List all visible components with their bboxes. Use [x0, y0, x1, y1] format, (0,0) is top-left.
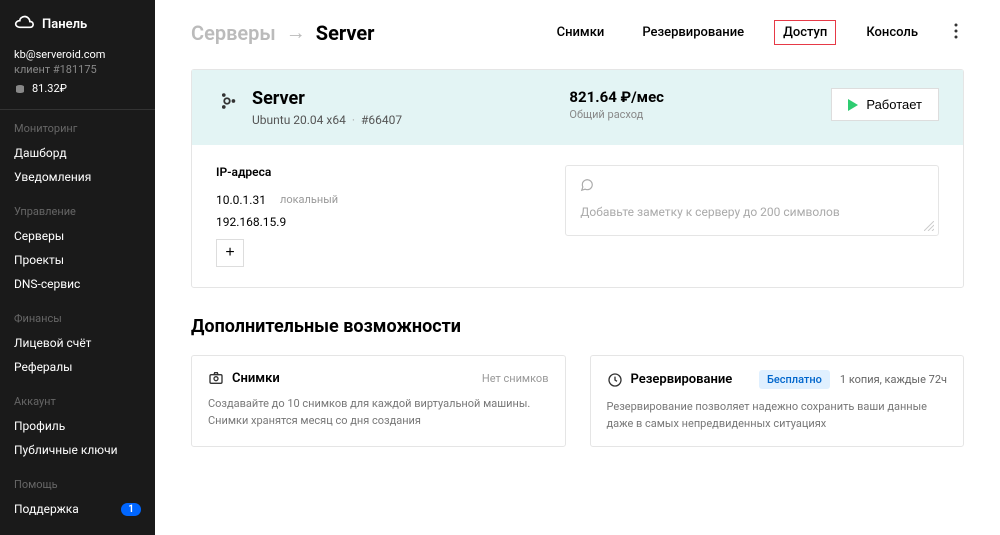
sidebar-item-dns[interactable]: DNS-сервис — [0, 272, 155, 296]
server-name: Server — [252, 88, 402, 109]
tab-snapshots[interactable]: Снимки — [549, 21, 613, 44]
server-price: 821.64 ₽/мес — [569, 88, 664, 106]
ip-row: 10.0.1.31 локальный — [216, 193, 541, 207]
server-status-button[interactable]: Работает — [831, 88, 939, 121]
sidebar-item-support[interactable]: Поддержка 1 — [0, 497, 155, 521]
sidebar-section-finance: Финансы Лицевой счёт Рефералы — [0, 300, 155, 383]
section-title: Мониторинг — [0, 122, 155, 141]
sidebar-item-servers[interactable]: Серверы — [0, 224, 155, 248]
account-email[interactable]: kb@serveroid.com — [14, 48, 141, 61]
ip-address[interactable]: 192.168.15.9 — [216, 215, 286, 229]
server-os: Ubuntu 20.04 x64 — [252, 113, 346, 127]
snapshots-status: Нет снимков — [482, 372, 549, 385]
features-row: Снимки Нет снимков Создавайте до 10 сним… — [191, 355, 964, 447]
camera-icon — [208, 370, 224, 386]
server-header: Server Ubuntu 20.04 x64·#66407 821.64 ₽/… — [192, 70, 963, 145]
ip-label: локальный — [280, 193, 338, 207]
feature-title: Снимки — [232, 371, 280, 386]
main-content: Серверы → Server Снимки Резервирование Д… — [155, 0, 1000, 535]
sidebar-section-monitoring: Мониторинг Дашборд Уведомления — [0, 110, 155, 193]
coins-icon — [14, 83, 26, 95]
sidebar-item-projects[interactable]: Проекты — [0, 248, 155, 272]
tab-console[interactable]: Консоль — [858, 21, 926, 44]
breadcrumb-current: Server — [316, 21, 375, 45]
tab-bar: Снимки Резервирование Доступ Консоль — [549, 20, 964, 45]
breadcrumb-bar: Серверы → Server Снимки Резервирование Д… — [191, 20, 964, 45]
feature-card-snapshots[interactable]: Снимки Нет снимков Создавайте до 10 сним… — [191, 355, 566, 447]
note-box — [565, 165, 939, 236]
section-title: Аккаунт — [0, 395, 155, 414]
sidebar-section-help: Помощь Поддержка 1 — [0, 466, 155, 525]
sidebar-section-account: Аккаунт Профиль Публичные ключи — [0, 383, 155, 466]
ubuntu-icon — [216, 90, 238, 112]
ip-addresses-title: IP-адреса — [216, 165, 541, 179]
sidebar-item-notifications[interactable]: Уведомления — [0, 165, 155, 189]
ip-row: 192.168.15.9 — [216, 215, 541, 229]
tab-backup[interactable]: Резервирование — [634, 21, 752, 44]
breadcrumb: Серверы → Server — [191, 20, 375, 45]
sidebar-item-profile[interactable]: Профиль — [0, 414, 155, 438]
sidebar-account: kb@serveroid.com клиент #181175 81.32₽ — [0, 48, 155, 110]
sidebar-item-account-balance[interactable]: Лицевой счёт — [0, 331, 155, 355]
clock-icon — [607, 372, 623, 388]
sidebar-title: Панель — [42, 17, 87, 32]
play-icon — [848, 99, 858, 111]
more-menu-button[interactable] — [948, 23, 964, 43]
sidebar-item-referrals[interactable]: Рефералы — [0, 355, 155, 379]
sidebar-item-dashboard[interactable]: Дашборд — [0, 141, 155, 165]
server-id: #66407 — [361, 113, 402, 127]
feature-card-backup[interactable]: Резервирование Бесплатно 1 копия, каждые… — [590, 355, 965, 447]
sidebar-section-management: Управление Серверы Проекты DNS-сервис — [0, 193, 155, 300]
dots-vertical-icon — [954, 23, 958, 39]
sidebar-item-public-keys[interactable]: Публичные ключи — [0, 438, 155, 462]
feature-title: Резервирование — [631, 372, 733, 387]
sidebar-header: Панель — [0, 0, 155, 48]
server-meta: Ubuntu 20.04 x64·#66407 — [252, 113, 402, 127]
server-body: IP-адреса 10.0.1.31 локальный 192.168.15… — [192, 145, 963, 287]
account-client: клиент #181175 — [14, 63, 141, 76]
account-balance[interactable]: 81.32₽ — [14, 82, 141, 95]
ip-address[interactable]: 10.0.1.31 — [216, 193, 266, 207]
chat-icon — [580, 178, 594, 192]
server-card: Server Ubuntu 20.04 x64·#66407 821.64 ₽/… — [191, 69, 964, 288]
backup-badge: Бесплатно — [759, 370, 830, 389]
server-note-input[interactable] — [580, 205, 924, 219]
server-price-sub: Общий расход — [569, 108, 664, 121]
tab-access[interactable]: Доступ — [774, 20, 836, 45]
resize-handle-icon[interactable] — [924, 221, 934, 231]
features-title: Дополнительные возможности — [191, 316, 964, 337]
arrow-right-icon: → — [286, 20, 306, 45]
section-title: Управление — [0, 205, 155, 224]
feature-desc: Резервирование позволяет надежно сохрани… — [607, 399, 948, 432]
backup-schedule: 1 копия, каждые 72ч — [840, 373, 947, 386]
breadcrumb-parent[interactable]: Серверы — [191, 21, 276, 45]
feature-desc: Создавайте до 10 снимков для каждой вирт… — [208, 396, 549, 429]
logo-icon — [14, 14, 34, 34]
section-title: Помощь — [0, 478, 155, 497]
section-title: Финансы — [0, 312, 155, 331]
support-badge: 1 — [121, 503, 141, 516]
add-ip-button[interactable]: + — [216, 239, 244, 267]
sidebar: Панель kb@serveroid.com клиент #181175 8… — [0, 0, 155, 535]
